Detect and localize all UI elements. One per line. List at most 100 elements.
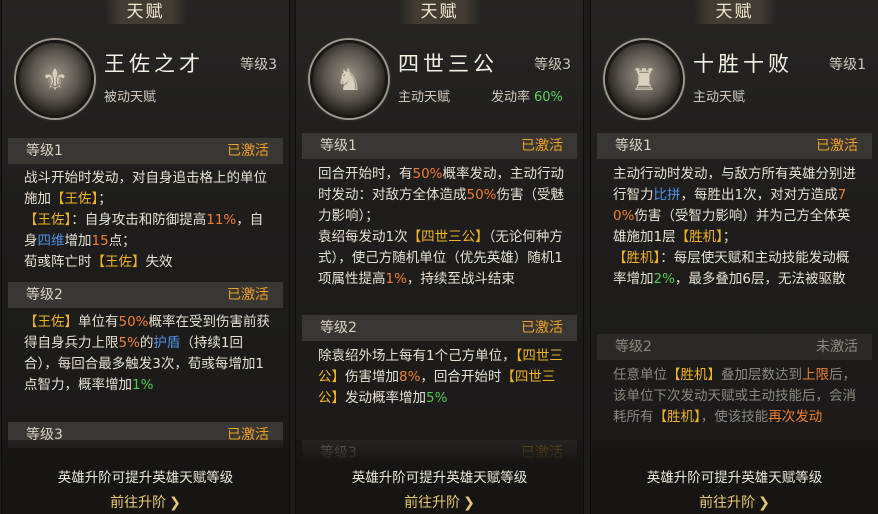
talent-type: 主动天赋 [693, 90, 746, 105]
description-text: 荀彧阵亡时 [24, 254, 92, 270]
panel-title-bar: 天赋 [591, 0, 878, 26]
description-text: ，每胜出1次，对对方造成 [680, 187, 838, 203]
description-text: 回合开始时，有 [318, 166, 413, 182]
description-text: 叠加层数达到 [721, 367, 802, 383]
tier-header: 等级1 已激活 [597, 133, 872, 159]
keyword-text: 【王佐】 [91, 254, 146, 270]
value-text: 15 [91, 233, 109, 249]
keyword-text: 【王佐】 [24, 212, 72, 228]
tier-header: 等级1 已激活 [302, 133, 577, 159]
upgrade-hint: 英雄升阶可提升英雄天赋等级 [646, 470, 823, 486]
panel-title-bar: 天赋 [2, 0, 289, 26]
tier-status-badge: 已激活 [227, 143, 269, 159]
value-text: 8% [399, 369, 421, 385]
value-text: 50% [118, 314, 149, 330]
description-text: ，最多叠加6层，无法被驱散 [674, 271, 846, 287]
description-text: 袁绍每发动1次 [318, 229, 408, 245]
tier-description: 除袁绍外场上每有1个己方单位，【四世三公】伤害增加8%，回合开始时【四世三公】发… [318, 346, 565, 409]
talent-panel: 天赋 ♞ 四世三公 等级3 主动天赋 发动率 60% 等级1 已激活回合开始时，有… [296, 0, 583, 514]
description-text: 增加 [64, 233, 92, 249]
description-text: ，持续至战斗结束 [406, 271, 515, 287]
tier-level-label: 等级2 [320, 320, 357, 336]
talent-type: 主动天赋 [398, 90, 451, 105]
talent-level: 等级3 [240, 57, 277, 73]
talent-level: 等级1 [829, 57, 866, 73]
tier-description: 回合开始时，有50%概率发动，主动行动时发动：对敌方全体造成50%伤害（受魅力影… [318, 164, 565, 290]
go-upgrade-button[interactable]: 前往升阶 ❯ [296, 492, 583, 512]
tier-header: 等级2 已激活 [302, 315, 577, 341]
panel-title: 天赋 [693, 0, 776, 24]
panel-title: 天赋 [398, 0, 481, 24]
tier-description: 任意单位【胜机】叠加层数达到上限后，该单位下次发动天赋或主动技能后，会消耗所有【… [613, 365, 860, 428]
description-text: ； [98, 191, 112, 207]
description-text: ：自身攻击和防御提高 [71, 212, 207, 228]
tier-status-badge: 已激活 [521, 138, 563, 154]
tier-level-label: 等级1 [320, 138, 357, 154]
link-term[interactable]: 护盾 [153, 335, 180, 351]
upgrade-hint: 英雄升阶可提升英雄天赋等级 [57, 470, 234, 486]
talent-avatar: ♜ [605, 40, 683, 118]
trigger-rate: 发动率 60% [491, 86, 563, 105]
go-upgrade-button[interactable]: 前往升阶 ❯ [2, 492, 289, 512]
talent-name: 四世三公 [398, 52, 498, 76]
talent-avatar: ♞ [310, 40, 388, 118]
chevron-right-icon: ❯ [169, 495, 181, 511]
tier-description: 主动行动时发动，与敌方所有英雄分别进行智力比拼，每胜出1次，对对方造成70%伤害… [613, 164, 860, 290]
value-text: 11% [206, 212, 237, 228]
value-text: 50% [466, 187, 497, 203]
description-text: 单位有 [78, 314, 119, 330]
talent-panel: 天赋 ⚜ 王佐之才 等级3 被动天赋 等级1 已激活 战斗开始时发动，对自身追击格… [2, 0, 289, 514]
chevron-right-icon: ❯ [463, 495, 475, 511]
talent-portrait-icon: ♞ [335, 63, 363, 98]
upgrade-hint: 英雄升阶可提升英雄天赋等级 [351, 470, 528, 486]
keyword-text: 【胜机】 [613, 250, 661, 266]
trigger-rate-label: 发动率 [491, 90, 531, 105]
tier-header: 等级2 未激活 [597, 334, 872, 360]
talent-type: 被动天赋 [104, 90, 157, 105]
description-text: ，回合开始时 [420, 369, 502, 385]
link-term[interactable]: 比拼 [654, 187, 681, 203]
tier-status-badge: 已激活 [816, 138, 858, 154]
tier-level-label: 等级2 [26, 287, 63, 303]
tier-status-badge: 未激活 [816, 339, 858, 355]
talent-portrait-icon: ♜ [630, 63, 658, 98]
description-text: 发动概率增加 [345, 390, 426, 406]
value-text: 1% [385, 271, 407, 287]
tier-header: 等级2 已激活 [8, 282, 283, 308]
value-text: 再次发动 [768, 409, 823, 425]
go-upgrade-button[interactable]: 前往升阶 ❯ [591, 492, 878, 512]
panel-title: 天赋 [104, 0, 187, 24]
talent-panel: 天赋 ♜ 十胜十败 等级1 主动天赋 等级1 已激活主动行动时发动，与敌方所有英… [591, 0, 878, 514]
talent-name: 王佐之才 [104, 52, 204, 76]
talent-header: ♞ 四世三公 等级3 主动天赋 发动率 60% [306, 36, 573, 122]
tier-status-badge: 已激活 [227, 287, 269, 303]
talent-header: ♜ 十胜十败 等级1 主动天赋 [601, 36, 868, 122]
tier-level-label: 等级1 [615, 138, 652, 154]
value-text: 5% [118, 335, 140, 351]
tier-description: 战斗开始时发动，对自身追击格上的单位施加【王佐】； 【王佐】：自身攻击和防御提高1… [24, 168, 271, 273]
value-text: 2% [653, 271, 675, 287]
value-text: 50% [412, 166, 443, 182]
description-text: 点； [108, 233, 136, 249]
tier-description: 【王佐】单位有50%概率在受到伤害前获得自身兵力上限5%的护盾（持续1回合），每… [24, 312, 271, 396]
description-text: 失效 [145, 254, 173, 270]
value-text: 5% [426, 390, 448, 406]
talent-header: ⚜ 王佐之才 等级3 被动天赋 [12, 36, 279, 122]
keyword-text: 【王佐】 [51, 191, 99, 207]
panel-title-bar: 天赋 [296, 0, 583, 26]
value-text: 1% [132, 377, 154, 393]
talent-portrait-icon: ⚜ [41, 63, 69, 98]
go-upgrade-label: 前往升阶 [110, 495, 167, 511]
description-text: 的 [139, 335, 154, 351]
keyword-text: 【胜机】 [667, 367, 721, 383]
go-upgrade-label: 前往升阶 [404, 495, 461, 511]
tier-level-label: 等级2 [615, 339, 652, 355]
description-text: 任意单位 [613, 367, 667, 383]
keyword-text: 【王佐】 [24, 314, 78, 330]
description-text: ，使该技能 [700, 409, 769, 425]
description-text: 伤害增加 [345, 369, 399, 385]
keyword-text: 【四世三公】 [407, 229, 489, 245]
description-text: 除袁绍外场上每有1个己方单位， [318, 348, 516, 364]
keyword-text: 【胜机】 [675, 229, 723, 245]
link-term[interactable]: 四维 [38, 233, 65, 249]
